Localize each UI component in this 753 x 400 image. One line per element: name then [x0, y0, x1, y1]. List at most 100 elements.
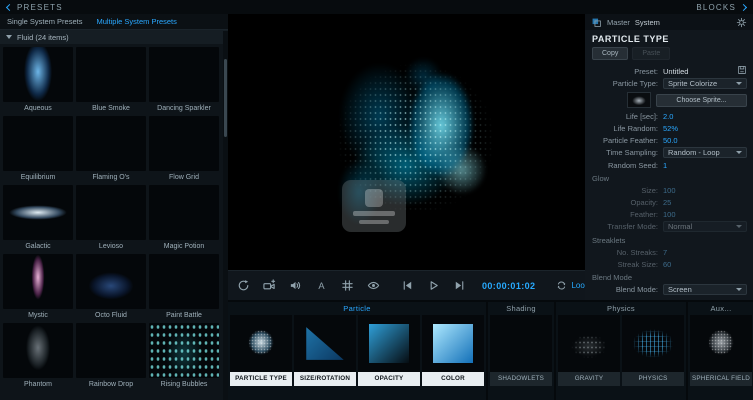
choose-sprite-button[interactable]: Choose Sprite...: [656, 94, 747, 107]
block-size-rotation[interactable]: SIZE/ROTATION: [294, 315, 356, 386]
presets-nav[interactable]: PRESETS: [7, 3, 63, 12]
svg-text:A: A: [318, 281, 325, 291]
preset-item[interactable]: Mystic: [3, 254, 73, 321]
blend-mode-section-header: Blend Mode: [585, 270, 753, 283]
breadcrumb-master[interactable]: Master: [607, 18, 630, 27]
preset-item[interactable]: Rising Bubbles: [149, 323, 219, 390]
particle-type-dropdown[interactable]: Sprite Colorize: [663, 78, 747, 89]
preset-item[interactable]: Blue Smoke: [76, 47, 146, 114]
blocks-nav[interactable]: BLOCKS: [696, 3, 746, 12]
grid-icon[interactable]: [340, 278, 355, 293]
preset-item[interactable]: Flow Grid: [149, 116, 219, 183]
preview-viewport[interactable]: [228, 14, 585, 270]
block-group-header[interactable]: Shading: [488, 302, 554, 315]
preset-item[interactable]: Rainbow Drop: [76, 323, 146, 390]
next-frame-icon[interactable]: [452, 278, 467, 293]
time-sampling-row: Time Sampling: Random - Loop: [585, 146, 753, 159]
preset-group-header[interactable]: Fluid (24 items): [0, 30, 228, 44]
preset-thumbnail: [3, 47, 73, 102]
glow-feather-label: Feather:: [591, 210, 663, 219]
particle-feather-row: Particle Feather: 50.0: [585, 134, 753, 146]
block-spherical-field[interactable]: SPHERICAL FIELD: [690, 315, 752, 386]
play-icon[interactable]: [426, 278, 441, 293]
particle-feather-value[interactable]: 50.0: [663, 136, 678, 145]
preset-item[interactable]: Magic Potion: [149, 185, 219, 252]
block-color[interactable]: COLOR: [422, 315, 484, 386]
loop-icon[interactable]: [556, 280, 567, 291]
particle-feather-label: Particle Feather:: [591, 136, 663, 145]
block-group-header[interactable]: Aux...: [688, 302, 753, 315]
preset-label: Levioso: [76, 240, 146, 252]
glow-size-value[interactable]: 100: [663, 186, 676, 195]
previous-frame-icon[interactable]: [400, 278, 415, 293]
blocks-title: BLOCKS: [696, 3, 736, 12]
preset-label: Paint Battle: [149, 309, 219, 321]
sprite-thumbnail[interactable]: [627, 92, 651, 108]
preset-item[interactable]: Flaming O's: [76, 116, 146, 183]
preset-item[interactable]: Equilibrium: [3, 116, 73, 183]
preset-value[interactable]: Untitled: [663, 67, 688, 76]
glow-size-row: Size: 100: [585, 184, 753, 196]
preset-item[interactable]: Phantom: [3, 323, 73, 390]
block-opacity[interactable]: OPACITY: [358, 315, 420, 386]
preset-item[interactable]: Dancing Sparkler: [149, 47, 219, 114]
block-label: SHADOWLETS: [490, 372, 552, 386]
particle-cloud-dots: [283, 32, 538, 254]
blend-mode-dropdown[interactable]: Screen: [663, 284, 747, 295]
block-label: COLOR: [422, 372, 484, 386]
quality-icon[interactable]: A: [314, 278, 329, 293]
paste-button[interactable]: Paste: [632, 47, 670, 60]
preset-thumbnail: [76, 254, 146, 309]
sprite-row: Choose Sprite...: [585, 90, 753, 110]
block-label: SIZE/ROTATION: [294, 372, 356, 386]
gear-icon[interactable]: [736, 17, 747, 28]
breadcrumb-system[interactable]: System: [635, 18, 660, 27]
preset-thumbnail: [76, 323, 146, 378]
preset-item[interactable]: Levioso: [76, 185, 146, 252]
snapshot-camera-icon[interactable]: [262, 278, 277, 293]
block-label: PARTICLE TYPE: [230, 372, 292, 386]
save-preset-icon[interactable]: [737, 65, 747, 77]
life-random-value[interactable]: 52%: [663, 124, 678, 133]
preset-thumbnail: [149, 254, 219, 309]
preset-label: Rising Bubbles: [149, 378, 219, 390]
preset-thumbnail: [3, 185, 73, 240]
audio-icon[interactable]: [288, 278, 303, 293]
time-sampling-dropdown[interactable]: Random - Loop: [663, 147, 747, 158]
eye-icon[interactable]: [366, 278, 381, 293]
transfer-mode-dropdown[interactable]: Normal: [663, 221, 747, 232]
preset-item[interactable]: Aqueous: [3, 47, 73, 114]
block-group-header[interactable]: Particle: [228, 302, 486, 315]
scrollbar-thumb[interactable]: [224, 59, 227, 137]
block-thumbnail: [690, 315, 752, 372]
blend-mode-row: Blend Mode: Screen: [585, 283, 753, 296]
preset-label: Dancing Sparkler: [149, 102, 219, 114]
preset-item[interactable]: Galactic: [3, 185, 73, 252]
random-seed-value[interactable]: 1: [663, 161, 667, 170]
streaklets-count-value[interactable]: 7: [663, 248, 667, 257]
preset-item[interactable]: Octo Fluid: [76, 254, 146, 321]
preset-thumbnail: [3, 323, 73, 378]
block-physics[interactable]: PHYSICS: [622, 315, 684, 386]
tab-multiple-system-presets[interactable]: Multiple System Presets: [89, 17, 183, 26]
block-particle-type[interactable]: PARTICLE TYPE: [230, 315, 292, 386]
preset-label: Aqueous: [3, 102, 73, 114]
life-label: Life [sec]:: [591, 112, 663, 121]
tab-single-system-presets[interactable]: Single System Presets: [0, 17, 89, 26]
glow-opacity-value[interactable]: 25: [663, 198, 671, 207]
block-label: OPACITY: [358, 372, 420, 386]
glow-feather-row: Feather: 100: [585, 208, 753, 220]
block-group-header[interactable]: Physics: [556, 302, 686, 315]
life-value[interactable]: 2.0: [663, 112, 673, 121]
reset-icon[interactable]: [236, 278, 251, 293]
block-thumbnail: [622, 315, 684, 372]
streaklets-size-value[interactable]: 60: [663, 260, 671, 269]
copy-button[interactable]: Copy: [592, 47, 628, 60]
preset-thumbnail: [76, 116, 146, 171]
particle-type-value: Sprite Colorize: [668, 79, 717, 88]
glow-section-header: Glow: [585, 171, 753, 184]
block-shadowlets[interactable]: SHADOWLETS: [490, 315, 552, 386]
block-gravity[interactable]: GRAVITY: [558, 315, 620, 386]
preset-item[interactable]: Paint Battle: [149, 254, 219, 321]
glow-feather-value[interactable]: 100: [663, 210, 676, 219]
